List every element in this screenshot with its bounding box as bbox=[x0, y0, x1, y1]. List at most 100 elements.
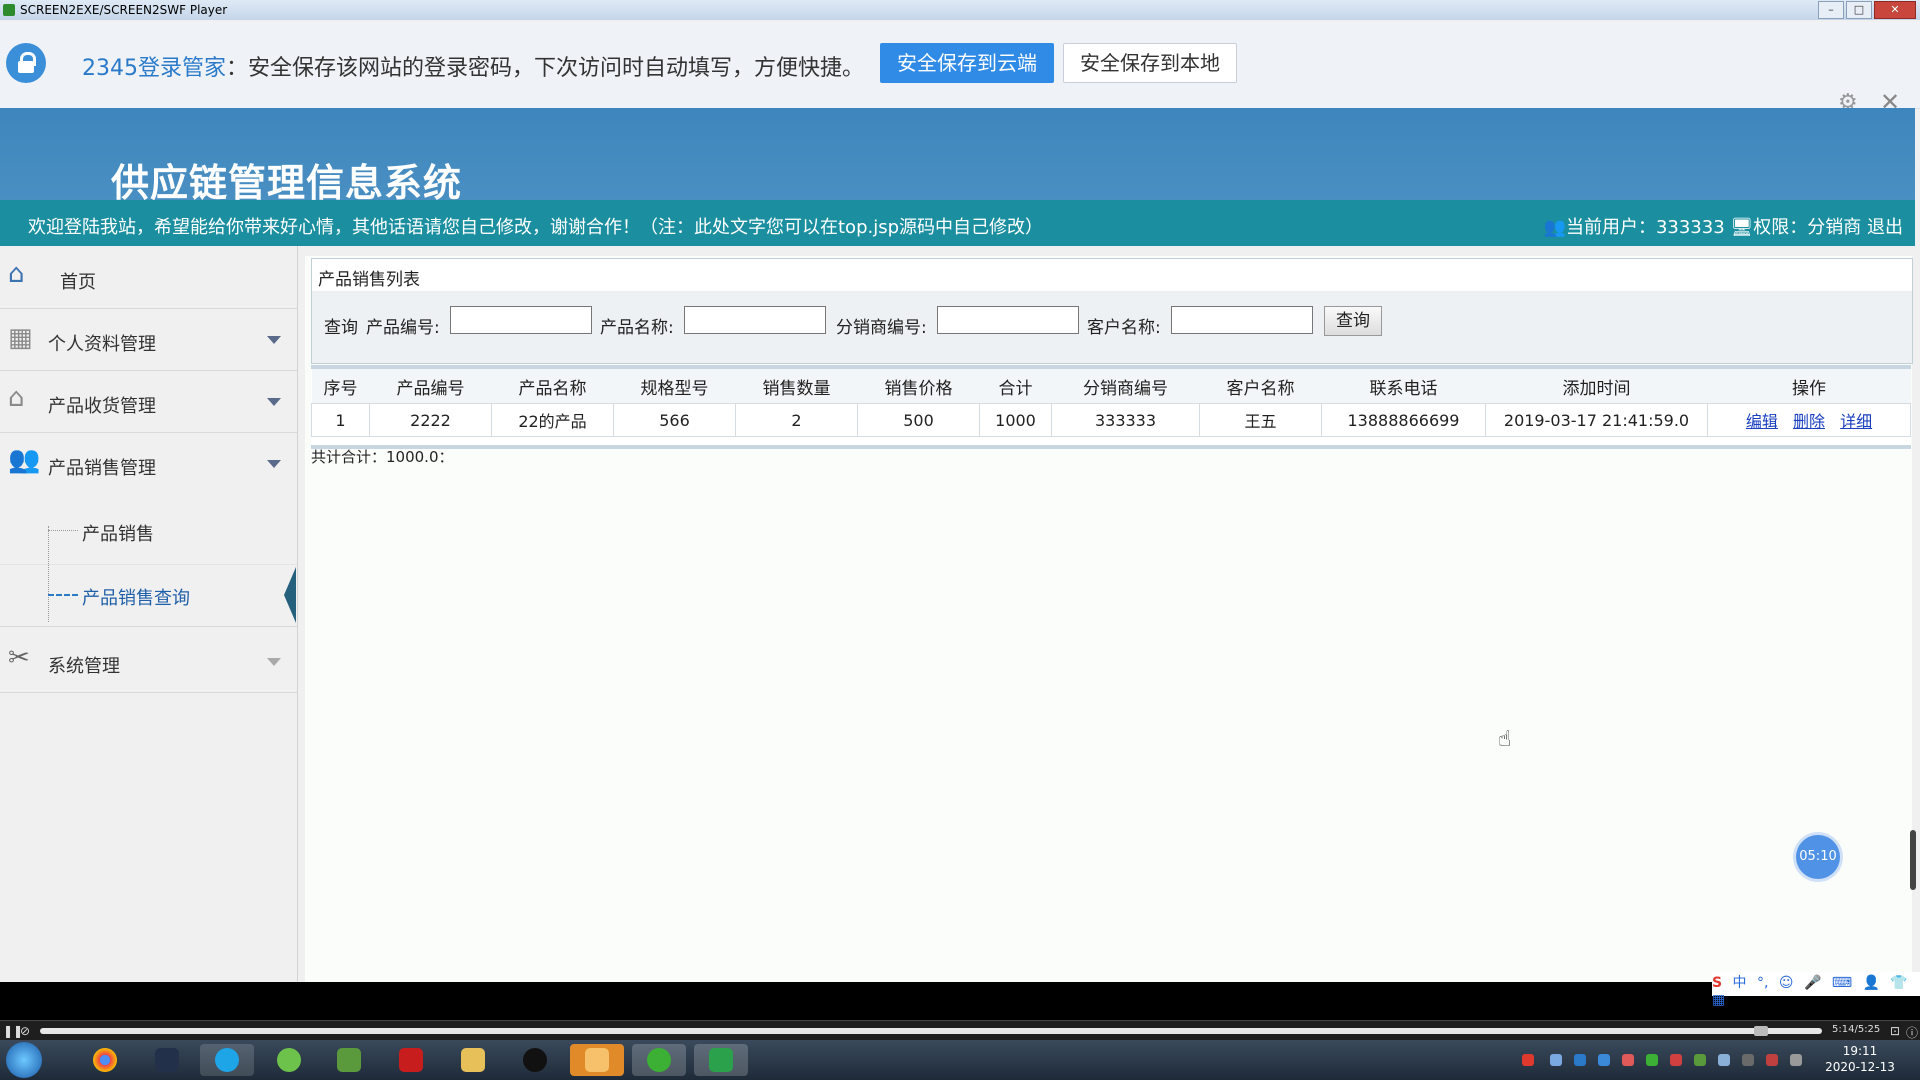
distributor-code-label: 分销商编号: bbox=[836, 318, 927, 338]
sidebar: ⌂ 首页 ▦ 个人资料管理 ⌂ 产品收货管理 👥 产品销售管理 产品销售 产品销… bbox=[0, 246, 298, 982]
product-code-input[interactable] bbox=[450, 306, 592, 334]
action-center-icon[interactable] bbox=[1790, 1054, 1802, 1066]
emoji-icon[interactable]: ☺ bbox=[1779, 975, 1794, 991]
password-manager-text: ：安全保存该网站的登录密码，下次访问时自动填写，方便快捷。 bbox=[226, 56, 865, 81]
chevron-down-icon bbox=[267, 336, 281, 344]
microphone-icon[interactable]: 🎤 bbox=[1804, 975, 1821, 991]
sidebar-item-home[interactable]: ⌂ 首页 bbox=[0, 246, 297, 309]
sidebar-item-profile[interactable]: ▦ 个人资料管理 bbox=[0, 308, 297, 371]
user-icon: 👥 bbox=[1543, 217, 1566, 238]
toolbox-icon[interactable]: ▦ bbox=[1712, 992, 1725, 1008]
table-header: 分销商编号 bbox=[1051, 369, 1200, 404]
customer-name-input[interactable] bbox=[1171, 306, 1313, 334]
ime-toolbar: S 中 °, ☺ 🎤 ⌨ 👤 👕 ▦ bbox=[1712, 972, 1920, 1008]
chrome-taskbar-button[interactable] bbox=[78, 1044, 132, 1076]
save-to-local-button[interactable]: 安全保存到本地 bbox=[1063, 43, 1237, 83]
explorer-taskbar-button[interactable] bbox=[446, 1044, 500, 1076]
cell-distributor: 333333 bbox=[1051, 403, 1200, 437]
player-icon bbox=[709, 1048, 733, 1072]
player-logo-icon bbox=[3, 4, 15, 16]
start-button[interactable] bbox=[6, 1042, 42, 1078]
player-window-title: SCREEN2EXE/SCREEN2SWF Player bbox=[20, 3, 228, 17]
save-to-cloud-button[interactable]: 安全保存到云端 bbox=[880, 43, 1054, 83]
user-icon[interactable]: 👤 bbox=[1863, 975, 1880, 991]
tray-icon[interactable] bbox=[1670, 1054, 1682, 1066]
qq-taskbar-button[interactable] bbox=[508, 1044, 562, 1076]
tray-icon[interactable] bbox=[1622, 1054, 1634, 1066]
table-header: 联系电话 bbox=[1321, 369, 1486, 404]
sidebar-subitem-sales-query[interactable]: 产品销售查询 bbox=[0, 564, 297, 627]
speaker-icon bbox=[585, 1048, 609, 1072]
detail-link[interactable]: 详细 bbox=[1840, 412, 1872, 431]
chrome-icon bbox=[93, 1048, 117, 1072]
table-header: 操作 bbox=[1707, 369, 1911, 404]
editor-taskbar-button[interactable] bbox=[322, 1044, 376, 1076]
network-icon[interactable] bbox=[1598, 1054, 1610, 1066]
distributor-code-input[interactable] bbox=[937, 306, 1079, 334]
tray-icon[interactable] bbox=[1718, 1054, 1730, 1066]
progress-knob[interactable] bbox=[1754, 1026, 1769, 1036]
sidebar-item-system[interactable]: ✂ 系统管理 bbox=[0, 630, 297, 693]
taskbar-clock[interactable]: 19:11 2020-12-13 bbox=[1820, 1043, 1900, 1075]
hand-cursor-icon: ☝ bbox=[1498, 727, 1512, 752]
skin-icon[interactable]: 👕 bbox=[1890, 975, 1907, 991]
cell-time: 2019-03-17 21:41:59.0 bbox=[1485, 403, 1708, 437]
role-label: 权限：分销商 bbox=[1753, 217, 1862, 238]
sogou-logo-icon[interactable]: S bbox=[1712, 975, 1722, 991]
wechat-taskbar-button[interactable] bbox=[632, 1044, 686, 1076]
stop-icon[interactable]: ⊘ bbox=[20, 1024, 30, 1038]
home-icon: ⌂ bbox=[8, 259, 25, 289]
current-user: 当前用户：333333 bbox=[1565, 217, 1725, 238]
maximize-button[interactable]: □ bbox=[1846, 1, 1872, 19]
table-header-row: 序号 产品编号 产品名称 规格型号 销售数量 销售价格 合计 分销商编号 客户名… bbox=[311, 369, 1911, 404]
ime-language-toggle[interactable]: 中 bbox=[1733, 975, 1747, 991]
close-button[interactable]: ✕ bbox=[1874, 1, 1916, 19]
leaf-taskbar-button[interactable] bbox=[262, 1044, 316, 1076]
punctuation-icon[interactable]: °, bbox=[1757, 975, 1768, 991]
panel-header: 产品销售列表 bbox=[311, 258, 1913, 292]
logout-link[interactable]: 退出 bbox=[1867, 217, 1903, 238]
info-icon[interactable]: ⓘ bbox=[1906, 1024, 1918, 1041]
progress-track[interactable] bbox=[40, 1028, 1822, 1034]
app-icon bbox=[155, 1048, 179, 1072]
edit-link[interactable]: 编辑 bbox=[1746, 412, 1778, 431]
tray-icon[interactable] bbox=[1550, 1054, 1562, 1066]
leaf-icon bbox=[277, 1048, 301, 1072]
player-taskbar-button[interactable] bbox=[694, 1044, 748, 1076]
delete-link[interactable]: 删除 bbox=[1793, 412, 1825, 431]
audio-taskbar-button[interactable] bbox=[570, 1044, 624, 1076]
shield-icon[interactable] bbox=[1574, 1054, 1586, 1066]
wechat-tray-icon[interactable] bbox=[1646, 1054, 1658, 1066]
player-title-bar: SCREEN2EXE/SCREEN2SWF Player – □ ✕ bbox=[0, 0, 1920, 20]
lock-icon bbox=[6, 43, 46, 83]
volume-icon[interactable] bbox=[1766, 1054, 1778, 1066]
sidebar-item-label: 产品收货管理 bbox=[48, 396, 156, 417]
sidebar-item-sales[interactable]: 👥 产品销售管理 bbox=[0, 432, 297, 494]
recording-timer[interactable]: 05:10 bbox=[1796, 835, 1840, 879]
grid-icon: ▦ bbox=[8, 323, 33, 353]
search-button[interactable]: 查询 bbox=[1324, 306, 1382, 336]
keyboard-icon[interactable]: ⌨ bbox=[1832, 975, 1852, 991]
table-row: 1 2222 22的产品 566 2 500 1000 333333 王五 13… bbox=[311, 403, 1911, 437]
table-header: 规格型号 bbox=[613, 369, 736, 404]
sidebar-item-receiving[interactable]: ⌂ 产品收货管理 bbox=[0, 370, 297, 433]
cell-code: 2222 bbox=[369, 403, 492, 437]
scroll-handle[interactable] bbox=[1910, 830, 1916, 890]
battery-icon[interactable] bbox=[1742, 1054, 1754, 1066]
product-name-input[interactable] bbox=[684, 306, 826, 334]
sidebar-item-label: 个人资料管理 bbox=[48, 334, 156, 355]
table-header: 产品编号 bbox=[369, 369, 492, 404]
fullscreen-icon[interactable]: ⊡ bbox=[1890, 1024, 1900, 1038]
sales-table: 序号 产品编号 产品名称 规格型号 销售数量 销售价格 合计 分销商编号 客户名… bbox=[311, 369, 1911, 437]
browser-taskbar-button[interactable] bbox=[200, 1044, 254, 1076]
app-header: 供应链管理信息系统 bbox=[0, 108, 1915, 205]
sidebar-subitem-sales[interactable]: 产品销售 bbox=[0, 504, 297, 565]
flash-taskbar-button[interactable] bbox=[384, 1044, 438, 1076]
cell-actions: 编辑 删除 详细 bbox=[1707, 403, 1911, 437]
app-taskbar-button[interactable] bbox=[140, 1044, 194, 1076]
sidebar-item-label: 首页 bbox=[60, 272, 96, 293]
password-manager-bar: 2345登录管家：安全保存该网站的登录密码，下次访问时自动填写，方便快捷。 安全… bbox=[0, 22, 1920, 116]
minimize-button[interactable]: – bbox=[1818, 1, 1844, 19]
tray-icon[interactable] bbox=[1694, 1054, 1706, 1066]
sogou-tray-icon[interactable] bbox=[1522, 1054, 1534, 1066]
